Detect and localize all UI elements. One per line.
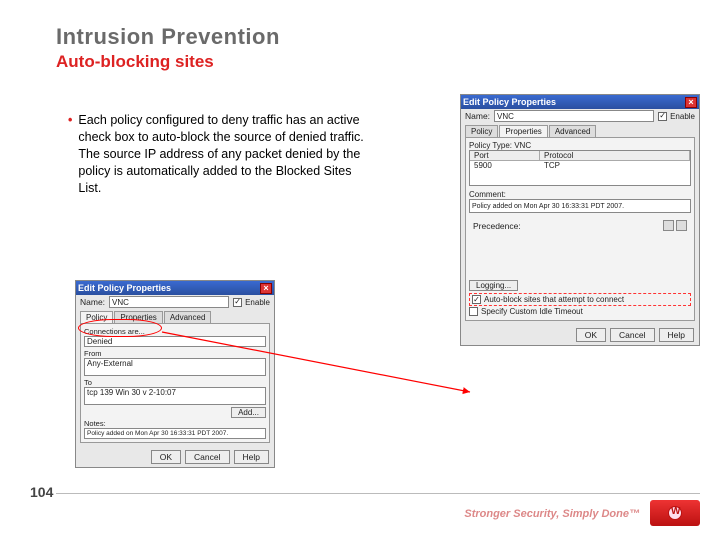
bullet-text: Each policy configured to deny traffic h… xyxy=(78,112,368,196)
precedence-up-icon[interactable] xyxy=(663,220,674,231)
policy-type-label: Policy Type: VNC xyxy=(469,141,691,150)
help-button[interactable]: Help xyxy=(234,450,269,464)
tab-properties[interactable]: Properties xyxy=(499,125,547,137)
ok-button[interactable]: OK xyxy=(576,328,606,342)
autoblock-checkbox[interactable]: ✓Auto-block sites that attempt to connec… xyxy=(469,293,691,306)
highlight-ellipse-icon xyxy=(78,319,162,337)
name-field[interactable]: VNC xyxy=(109,296,229,308)
name-label: Name: xyxy=(80,297,105,307)
dialog-title: Edit Policy Properties xyxy=(78,283,171,293)
precedence-label: Precedence: xyxy=(473,221,521,231)
comment-label: Comment: xyxy=(469,190,691,199)
cancel-button[interactable]: Cancel xyxy=(185,450,229,464)
custom-timeout-checkbox[interactable]: Specify Custom Idle Timeout xyxy=(469,306,691,317)
tabs: Policy Properties Advanced xyxy=(461,123,699,137)
name-field[interactable]: VNC xyxy=(494,110,654,122)
dialog-titlebar: Edit Policy Properties × xyxy=(76,281,274,295)
port-value: 5900 xyxy=(470,161,540,170)
tab-advanced[interactable]: Advanced xyxy=(164,311,212,323)
enable-checkbox[interactable]: ✓Enable xyxy=(233,297,270,308)
bullet-item: • Each policy configured to deny traffic… xyxy=(68,112,368,196)
help-button[interactable]: Help xyxy=(659,328,694,342)
bullet-block: • Each policy configured to deny traffic… xyxy=(68,112,368,196)
from-label: From xyxy=(84,349,266,358)
footer-divider xyxy=(56,493,700,494)
notes-label: Notes: xyxy=(84,419,266,428)
notes-field[interactable]: Policy added on Mon Apr 30 16:33:31 PDT … xyxy=(84,428,266,439)
precedence-down-icon[interactable] xyxy=(676,220,687,231)
port-header: Port xyxy=(470,151,540,160)
slide-title: Intrusion Prevention xyxy=(56,24,280,50)
add-button[interactable]: Add... xyxy=(231,407,266,418)
dialog-title: Edit Policy Properties xyxy=(463,97,556,107)
dialog-edit-policy-large: Edit Policy Properties × Name: VNC ✓Enab… xyxy=(460,94,700,346)
protocol-header: Protocol xyxy=(540,151,690,160)
page-number: 104 xyxy=(30,484,53,500)
to-label: To xyxy=(84,378,266,387)
footer-tagline: Stronger Security, Simply Done™ xyxy=(464,508,640,520)
close-icon[interactable]: × xyxy=(260,283,272,294)
to-list[interactable]: tcp 139 Win 30 v 2-10:07 xyxy=(84,387,266,405)
logging-button[interactable]: Logging... xyxy=(469,280,518,291)
bullet-dot-icon: • xyxy=(68,112,72,196)
protocol-value: TCP xyxy=(540,161,564,170)
tab-advanced[interactable]: Advanced xyxy=(549,125,597,137)
title-block: Intrusion Prevention Auto-blocking sites xyxy=(56,24,280,72)
port-protocol-list: PortProtocol 5900TCP xyxy=(469,150,691,186)
connections-dropdown[interactable]: Denied xyxy=(84,336,266,347)
tab-policy[interactable]: Policy xyxy=(465,125,498,137)
from-list[interactable]: Any-External xyxy=(84,358,266,376)
watchguard-logo-icon xyxy=(650,500,700,526)
close-icon[interactable]: × xyxy=(685,97,697,108)
enable-checkbox[interactable]: ✓Enable xyxy=(658,111,695,122)
dialog-titlebar: Edit Policy Properties × xyxy=(461,95,699,109)
comment-field[interactable]: Policy added on Mon Apr 30 16:33:31 PDT … xyxy=(469,199,691,213)
ok-button[interactable]: OK xyxy=(151,450,181,464)
cancel-button[interactable]: Cancel xyxy=(610,328,654,342)
dialog-edit-policy-small: Edit Policy Properties × Name: VNC ✓Enab… xyxy=(75,280,275,468)
slide-subtitle: Auto-blocking sites xyxy=(56,52,280,72)
name-label: Name: xyxy=(465,111,490,121)
